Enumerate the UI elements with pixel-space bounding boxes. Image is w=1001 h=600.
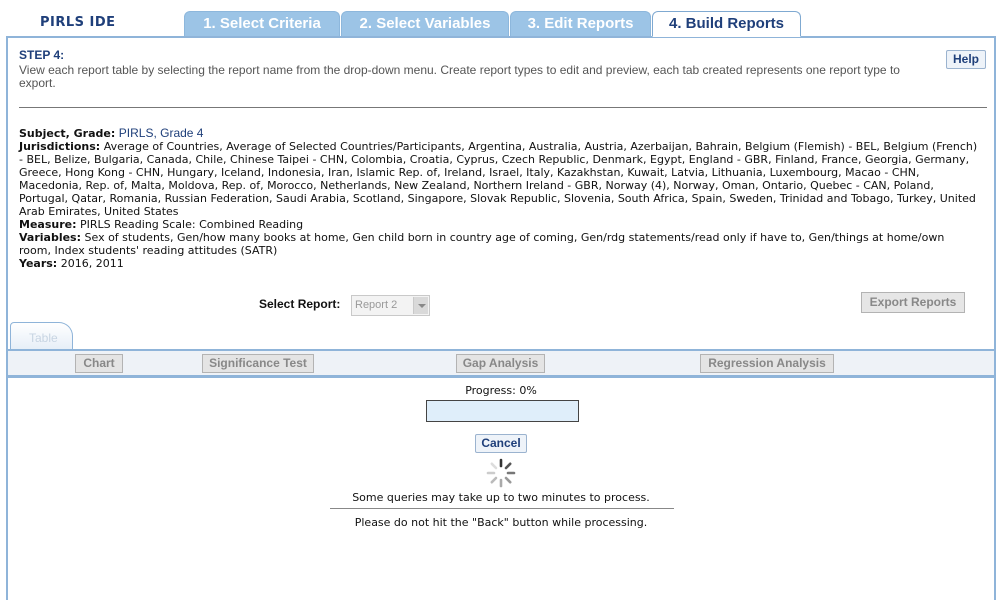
measure-value: PIRLS Reading Scale: Combined Reading (80, 218, 304, 231)
jurisdictions-label: Jurisdictions: (19, 140, 101, 153)
years-line: Years: 2016, 2011 (19, 257, 979, 270)
measure-line: Measure: PIRLS Reading Scale: Combined R… (19, 218, 979, 231)
toolbar-border-bottom (8, 375, 994, 378)
variables-label: Variables: (19, 231, 82, 244)
cancel-button[interactable]: Cancel (475, 434, 527, 453)
tab-table[interactable]: Table (10, 322, 73, 350)
years-label: Years: (19, 257, 58, 270)
chevron-down-icon (413, 297, 428, 314)
jurisdictions-line: Jurisdictions: Average of Countries, Ave… (19, 140, 979, 218)
subject-label: Subject, Grade: (19, 127, 116, 140)
gap-analysis-button[interactable]: Gap Analysis (456, 354, 545, 373)
subject-value: PIRLS, Grade 4 (118, 126, 204, 140)
jurisdictions-value: Average of Countries, Average of Selecte… (19, 140, 978, 218)
analysis-toolbar: Chart Significance Test Gap Analysis Reg… (8, 351, 994, 375)
back-button-warning: Please do not hit the "Back" button whil… (354, 516, 648, 529)
tab-select-variables[interactable]: 2. Select Variables (341, 11, 509, 36)
progress-text: Progress: 0% (465, 384, 537, 397)
subject-line: Subject, Grade: PIRLS, Grade 4 (19, 126, 979, 141)
tab-build-reports[interactable]: 4. Build Reports (652, 11, 801, 37)
divider (19, 107, 987, 108)
tab-select-criteria[interactable]: 1. Select Criteria (184, 11, 340, 36)
app-logo: PIRLS IDE (40, 15, 116, 30)
step-description: View each report table by selecting the … (19, 63, 900, 90)
years-value: 2016, 2011 (60, 257, 124, 270)
chart-button[interactable]: Chart (75, 354, 123, 373)
header: PIRLS IDE 1. Select Criteria 2. Select V… (0, 0, 1001, 37)
export-reports-button[interactable]: Export Reports (861, 292, 965, 313)
processing-note: Some queries may take up to two minutes … (352, 491, 650, 504)
step-title: STEP 4: (19, 48, 65, 62)
regression-analysis-button[interactable]: Regression Analysis (700, 354, 834, 373)
progress-bar (426, 400, 579, 422)
main-panel: STEP 4: View each report table by select… (6, 36, 996, 600)
report-select-value: Report 2 (355, 299, 398, 311)
help-button[interactable]: Help (946, 50, 986, 69)
variables-line: Variables: Sex of students, Gen/how many… (19, 231, 979, 257)
report-criteria-summary: Subject, Grade: PIRLS, Grade 4 Jurisdict… (19, 126, 979, 271)
tab-edit-reports[interactable]: 3. Edit Reports (510, 11, 651, 36)
select-report-label: Select Report: (259, 297, 341, 311)
note-divider (330, 508, 674, 509)
significance-test-button[interactable]: Significance Test (202, 354, 314, 373)
loading-spinner-icon (486, 458, 516, 488)
measure-label: Measure: (19, 218, 77, 231)
variables-value: Sex of students, Gen/how many books at h… (19, 231, 945, 257)
report-select[interactable]: Report 2 (351, 295, 430, 316)
